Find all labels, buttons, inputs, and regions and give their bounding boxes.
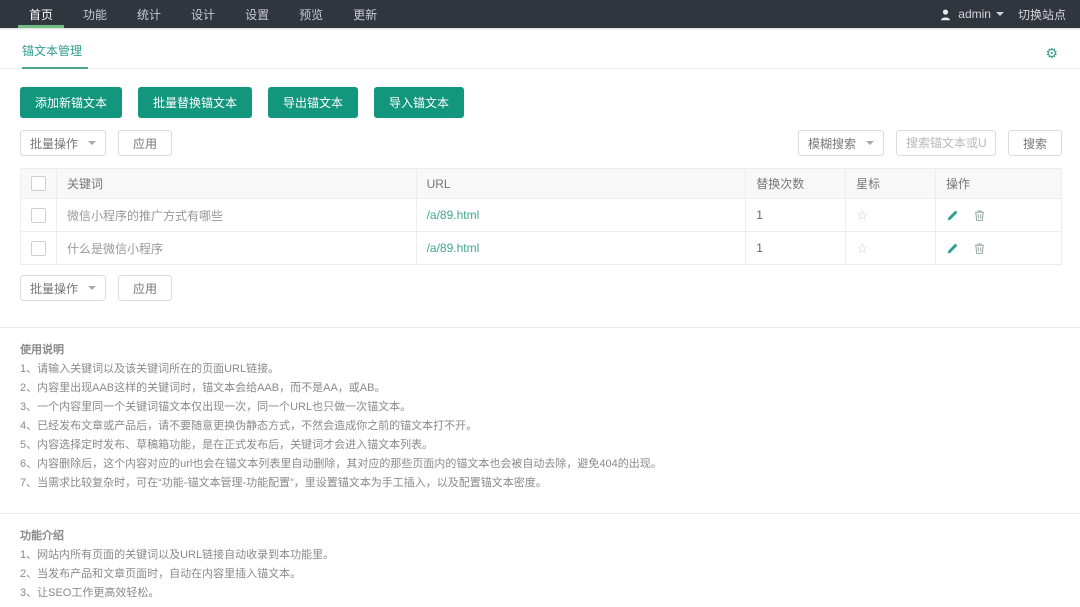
usage-note-item: 4、已经发布文章或产品后，请不要随意更换伪静态方式，不然会造成你之前的锚文本打不… (20, 419, 1060, 433)
action-button-row: 添加新锚文本 批量替换锚文本 导出锚文本 导入锚文本 (0, 69, 1080, 118)
anchor-table: 关键词 URL 替换次数 星标 操作 微信小程序的推广方式有哪些 /a/89.h… (20, 168, 1062, 265)
top-controls-row: 批量操作 应用 模糊搜索 搜索 (0, 118, 1080, 166)
bulk-action-select-value: 批量操作 (30, 135, 78, 152)
usage-note-item: 3、一个内容里同一个关键词锚文本仅出现一次，同一个URL也只做一次锚文本。 (20, 400, 1060, 414)
usage-notes-title: 使用说明 (20, 343, 1060, 357)
col-header-star: 星标 (846, 169, 936, 199)
url-link[interactable]: /a/89.html (427, 208, 480, 222)
nav-item-features[interactable]: 功能 (68, 0, 122, 28)
star-icon[interactable]: ☆ (856, 240, 869, 256)
nav-item-statistics[interactable]: 统计 (122, 0, 176, 28)
nav-item-preview[interactable]: 预览 (284, 0, 338, 28)
nav-item-home[interactable]: 首页 (14, 0, 68, 28)
replace-count: 1 (756, 208, 763, 222)
apply-button[interactable]: 应用 (118, 130, 172, 156)
bottom-controls-row: 批量操作 应用 (0, 265, 1080, 311)
keyword-text: 什么是微信小程序 (67, 242, 163, 256)
usage-note-item: 2、内容里出现AAB这样的关键词时，锚文本会给AAB，而不是AA，或AB。 (20, 381, 1060, 395)
search-controls: 模糊搜索 搜索 (798, 130, 1062, 156)
row-checkbox[interactable] (31, 208, 46, 223)
apply-button[interactable]: 应用 (118, 275, 172, 301)
search-mode-select[interactable]: 模糊搜索 (798, 130, 884, 156)
chevron-down-icon (88, 286, 96, 290)
star-icon[interactable]: ☆ (856, 207, 869, 223)
usage-note-item: 6、内容删除后，这个内容对应的url也会在锚文本列表里自动删除，其对应的那些页面… (20, 457, 1060, 471)
usage-note-item: 7、当需求比较复杂时，可在“功能-锚文本管理-功能配置”，里设置锚文本为手工插入… (20, 476, 1060, 490)
search-mode-value: 模糊搜索 (808, 135, 856, 152)
url-link[interactable]: /a/89.html (427, 241, 480, 255)
add-anchor-button[interactable]: 添加新锚文本 (20, 87, 122, 118)
batch-replace-button[interactable]: 批量替换锚文本 (138, 87, 252, 118)
usage-notes-section: 使用说明 1、请输入关键词以及该关键词所在的页面URL链接。 2、内容里出现AA… (0, 328, 1080, 497)
bulk-action-select-value: 批量操作 (30, 280, 78, 297)
feature-intro-title: 功能介绍 (20, 529, 1060, 543)
export-anchor-button[interactable]: 导出锚文本 (268, 87, 358, 118)
page-title: 锚文本管理 (22, 42, 88, 69)
feature-intro-item: 3、让SEO工作更高效轻松。 (20, 586, 1060, 600)
user-icon (939, 8, 952, 21)
delete-icon[interactable] (973, 242, 986, 255)
table-row: 微信小程序的推广方式有哪些 /a/89.html 1 ☆ (21, 199, 1062, 232)
import-anchor-button[interactable]: 导入锚文本 (374, 87, 464, 118)
nav-item-settings[interactable]: 设置 (230, 0, 284, 28)
chevron-down-icon (88, 141, 96, 145)
feature-intro-item: 2、当发布产品和文章页面时，自动在内容里插入锚文本。 (20, 567, 1060, 581)
usage-note-item: 5、内容选择定时发布、草稿箱功能，是在正式发布后，关键词才会进入锚文本列表。 (20, 438, 1060, 452)
bulk-action-select[interactable]: 批量操作 (20, 275, 106, 301)
chevron-down-icon (996, 12, 1004, 16)
nav-tabs: 首页 功能 统计 设计 设置 预览 更新 (14, 0, 392, 28)
chevron-down-icon (866, 141, 874, 145)
col-header-keyword: 关键词 (57, 169, 417, 199)
col-header-operation: 操作 (936, 169, 1062, 199)
bulk-action-select[interactable]: 批量操作 (20, 130, 106, 156)
replace-count: 1 (756, 241, 763, 255)
switch-site-link[interactable]: 切换站点 (1018, 6, 1066, 23)
usage-note-item: 1、请输入关键词以及该关键词所在的页面URL链接。 (20, 362, 1060, 376)
nav-item-design[interactable]: 设计 (176, 0, 230, 28)
gear-icon[interactable]: ⚙ (1045, 46, 1058, 68)
col-header-count: 替换次数 (746, 169, 846, 199)
feature-intro-section: 功能介绍 1、网站内所有页面的关键词以及URL链接自动收录到本功能里。 2、当发… (0, 514, 1080, 607)
delete-icon[interactable] (973, 209, 986, 222)
feature-intro-item: 1、网站内所有页面的关键词以及URL链接自动收录到本功能里。 (20, 548, 1060, 562)
table-header-row: 关键词 URL 替换次数 星标 操作 (21, 169, 1062, 199)
col-header-url: URL (416, 169, 746, 199)
nav-item-update[interactable]: 更新 (338, 0, 392, 28)
search-button[interactable]: 搜索 (1008, 130, 1062, 156)
search-input[interactable] (896, 130, 996, 156)
bulk-controls-bottom: 批量操作 应用 (20, 275, 172, 301)
page-title-row: 锚文本管理 ⚙ (0, 28, 1080, 69)
edit-icon[interactable] (946, 209, 959, 222)
navbar-right: admin 切换站点 (939, 0, 1066, 28)
user-menu[interactable]: admin (958, 7, 991, 21)
keyword-text: 微信小程序的推广方式有哪些 (67, 209, 223, 223)
top-navbar: 首页 功能 统计 设计 设置 预览 更新 admin 切换站点 (0, 0, 1080, 28)
row-checkbox[interactable] (31, 241, 46, 256)
edit-icon[interactable] (946, 242, 959, 255)
table-row: 什么是微信小程序 /a/89.html 1 ☆ (21, 232, 1062, 265)
bulk-controls-top: 批量操作 应用 (20, 130, 172, 156)
select-all-checkbox[interactable] (31, 176, 46, 191)
